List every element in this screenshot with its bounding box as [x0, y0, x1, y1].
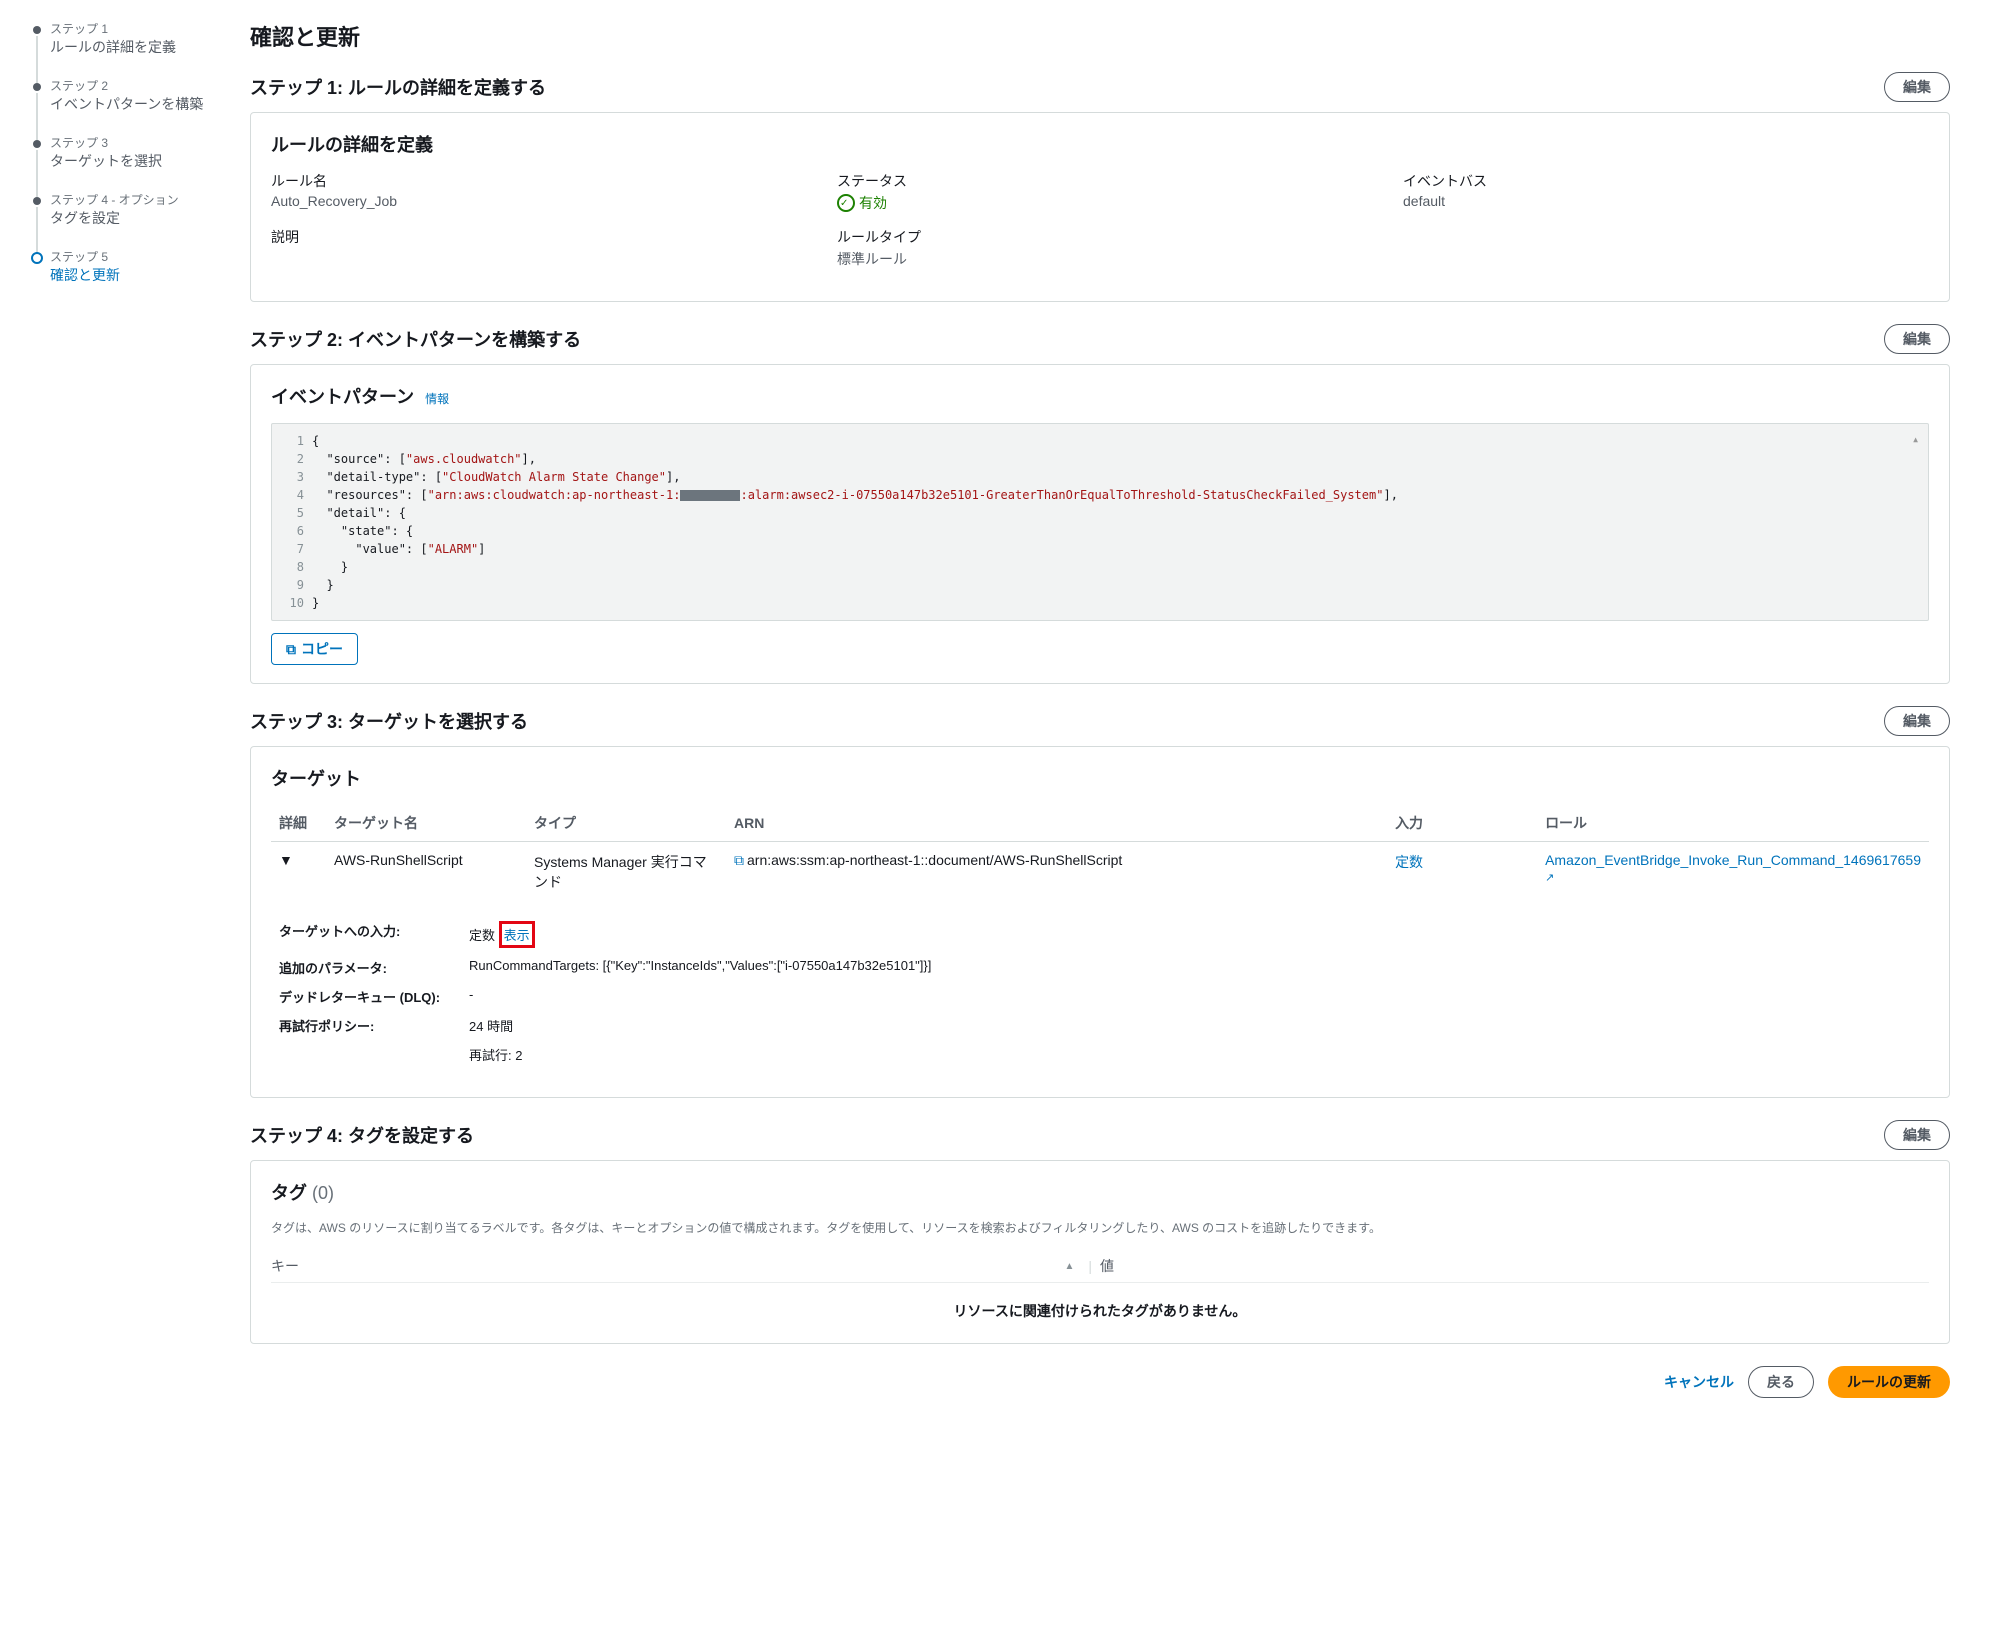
targets-panel: ターゲット 詳細 ターゲット名 タイプ ARN 入力 ロール ▼ AWS- — [250, 746, 1950, 1098]
step-4[interactable]: ステップ 4 - オプション タグを設定 — [30, 191, 210, 248]
section4-title: ステップ 4: タグを設定する — [250, 1122, 474, 1148]
edit-step1-button[interactable]: 編集 — [1884, 72, 1950, 102]
rule-name-value: Auto_Recovery_Job — [271, 193, 797, 209]
eventbus-value: default — [1403, 193, 1929, 209]
footer-actions: キャンセル 戻る ルールの更新 — [250, 1366, 1950, 1398]
edit-step2-button[interactable]: 編集 — [1884, 324, 1950, 354]
input-link[interactable]: 定数 — [1395, 854, 1423, 870]
tags-panel: タグ (0) タグは、AWS のリソースに割り当てるラベルです。各タグは、キーと… — [250, 1160, 1950, 1344]
status-badge: 有効 — [837, 193, 1363, 213]
redacted-account-id — [680, 490, 740, 501]
section1-title: ステップ 1: ルールの詳細を定義する — [250, 74, 546, 100]
edit-step4-button[interactable]: 編集 — [1884, 1120, 1950, 1150]
event-pattern-code: ▴{ "source": ["aws.cloudwatch"], "detail… — [271, 423, 1929, 621]
tag-table-header: キー▲| 値 — [271, 1250, 1929, 1283]
expand-toggle-icon[interactable]: ▼ — [279, 852, 293, 868]
back-button[interactable]: 戻る — [1748, 1366, 1814, 1398]
copy-button[interactable]: ⧉コピー — [271, 633, 358, 665]
wizard-stepper: ステップ 1 ルールの詳細を定義 ステップ 2 イベントパターンを構築 ステップ… — [30, 20, 210, 1398]
targets-table: 詳細 ターゲット名 タイプ ARN 入力 ロール ▼ AWS-RunShellS… — [271, 805, 1929, 1079]
section2-title: ステップ 2: イベントパターンを構築する — [250, 326, 581, 352]
event-pattern-panel: イベントパターン 情報 ▴{ "source": ["aws.cloudwatc… — [250, 364, 1950, 684]
cancel-button[interactable]: キャンセル — [1664, 1372, 1734, 1392]
rule-detail-panel: ルールの詳細を定義 ルール名 Auto_Recovery_Job ステータス 有… — [250, 112, 1950, 302]
section3-title: ステップ 3: ターゲットを選択する — [250, 708, 528, 734]
ruletype-value: 標準ルール — [837, 249, 1363, 269]
submit-button[interactable]: ルールの更新 — [1828, 1366, 1950, 1398]
page-title: 確認と更新 — [250, 20, 1950, 52]
step-1[interactable]: ステップ 1 ルールの詳細を定義 — [30, 20, 210, 77]
info-link[interactable]: 情報 — [425, 392, 449, 406]
sort-icon[interactable]: ▲ — [1064, 1261, 1074, 1272]
step-2[interactable]: ステップ 2 イベントパターンを構築 — [30, 77, 210, 134]
copy-arn-icon[interactable]: ⧉ — [734, 852, 744, 868]
copy-icon: ⧉ — [286, 641, 296, 658]
target-detail-row: ターゲットへの入力: 定数 表示 追加のパラメータ: RunCommandTar… — [271, 902, 1929, 1079]
target-row: ▼ AWS-RunShellScript Systems Manager 実行コ… — [271, 842, 1929, 903]
highlight-annotation: 表示 — [499, 921, 535, 948]
tags-empty-message: リソースに関連付けられたタグがありません。 — [271, 1283, 1929, 1325]
edit-step3-button[interactable]: 編集 — [1884, 706, 1950, 736]
external-link-icon: ↗ — [1545, 872, 1554, 884]
show-input-link[interactable]: 表示 — [504, 928, 530, 943]
step-5[interactable]: ステップ 5 確認と更新 — [30, 248, 210, 305]
role-link[interactable]: Amazon_EventBridge_Invoke_Run_Command_14… — [1545, 852, 1921, 884]
step-3[interactable]: ステップ 3 ターゲットを選択 — [30, 134, 210, 191]
